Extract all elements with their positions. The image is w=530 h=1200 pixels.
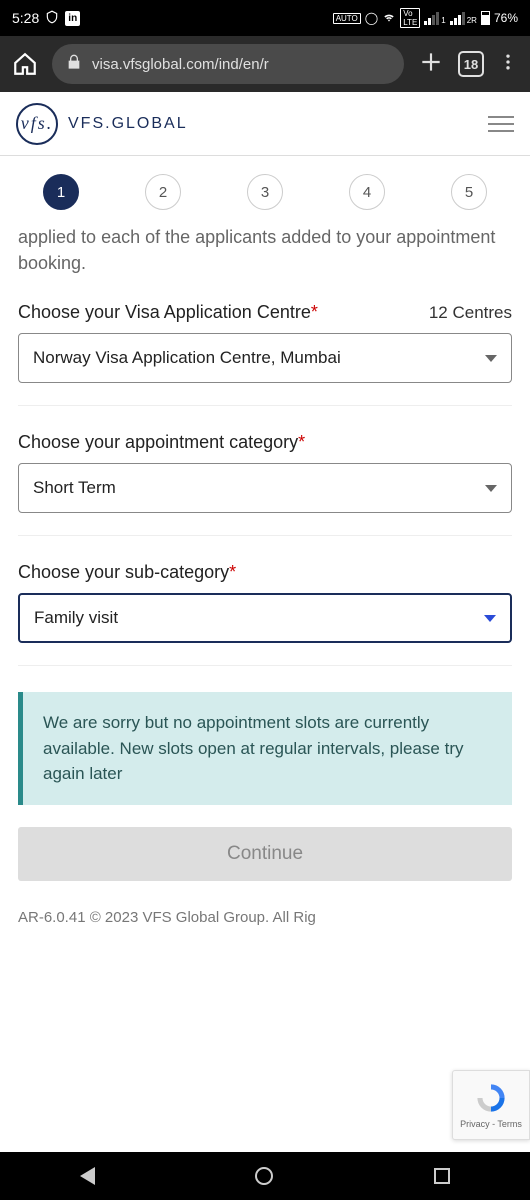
signal-1-icon: 1 xyxy=(424,12,445,25)
subcategory-label: Choose your sub-category* xyxy=(18,562,236,583)
site-header: vfs. VFS.GLOBAL xyxy=(0,92,530,156)
hamburger-menu-icon[interactable] xyxy=(488,116,514,132)
divider xyxy=(18,535,512,536)
wifi-icon xyxy=(382,10,396,27)
stepper: 1 2 3 4 5 xyxy=(0,156,530,224)
linkedin-icon: in xyxy=(65,11,80,26)
footer-text: AR-6.0.41 © 2023 VFS Global Group. All R… xyxy=(18,907,512,928)
recaptcha-icon xyxy=(474,1081,508,1115)
vfs-logo-icon: vfs. xyxy=(16,103,58,145)
circle-icon: ◯ xyxy=(365,11,378,25)
home-nav-icon[interactable] xyxy=(255,1167,273,1185)
browser-menu-icon[interactable] xyxy=(498,50,518,79)
divider xyxy=(18,405,512,406)
browser-toolbar: visa.vfsglobal.com/ind/en/r 18 xyxy=(0,36,530,92)
centre-field: Choose your Visa Application Centre* 12 … xyxy=(18,302,512,383)
auto-icon: AUTO xyxy=(333,13,361,24)
android-nav-bar xyxy=(0,1152,530,1200)
subcategory-select[interactable]: Family visit xyxy=(18,593,512,643)
url-text: visa.vfsglobal.com/ind/en/r xyxy=(92,56,269,73)
lock-icon xyxy=(66,54,82,74)
step-2[interactable]: 2 xyxy=(145,174,181,210)
shield-icon xyxy=(45,10,59,27)
divider xyxy=(18,665,512,666)
centre-value: Norway Visa Application Centre, Mumbai xyxy=(33,348,341,368)
brand-text: VFS.GLOBAL xyxy=(68,115,188,133)
centre-select[interactable]: Norway Visa Application Centre, Mumbai xyxy=(18,333,512,383)
subcategory-field: Choose your sub-category* Family visit xyxy=(18,562,512,643)
chevron-down-icon xyxy=(485,355,497,362)
recaptcha-text: Privacy - Terms xyxy=(460,1119,522,1129)
continue-button[interactable]: Continue xyxy=(18,827,512,881)
subcategory-value: Family visit xyxy=(34,608,118,628)
category-label: Choose your appointment category* xyxy=(18,432,305,453)
brand-logo[interactable]: vfs. VFS.GLOBAL xyxy=(16,103,188,145)
back-nav-icon[interactable] xyxy=(80,1167,95,1185)
home-icon[interactable] xyxy=(12,51,38,77)
step-4[interactable]: 4 xyxy=(349,174,385,210)
signal-2-icon: 2R xyxy=(450,12,477,25)
step-5[interactable]: 5 xyxy=(451,174,487,210)
category-value: Short Term xyxy=(33,478,116,498)
battery-percent: 76% xyxy=(494,11,518,25)
recent-nav-icon[interactable] xyxy=(434,1168,450,1184)
tabs-button[interactable]: 18 xyxy=(458,51,484,77)
no-slots-banner: We are sorry but no appointment slots ar… xyxy=(18,692,512,805)
intro-text: applied to each of the applicants added … xyxy=(18,224,512,276)
volte-icon: VoLTE xyxy=(400,8,420,28)
url-bar[interactable]: visa.vfsglobal.com/ind/en/r xyxy=(52,44,404,84)
new-tab-icon[interactable] xyxy=(418,49,444,80)
step-1[interactable]: 1 xyxy=(43,174,79,210)
battery-icon xyxy=(481,11,490,25)
chevron-down-icon xyxy=(485,485,497,492)
centre-label: Choose your Visa Application Centre* xyxy=(18,302,318,323)
step-3[interactable]: 3 xyxy=(247,174,283,210)
chevron-down-icon xyxy=(484,615,496,622)
centre-count: 12 Centres xyxy=(429,303,512,323)
category-select[interactable]: Short Term xyxy=(18,463,512,513)
status-time: 5:28 xyxy=(12,10,39,26)
category-field: Choose your appointment category* Short … xyxy=(18,432,512,513)
recaptcha-badge[interactable]: Privacy - Terms xyxy=(452,1070,530,1140)
android-status-bar: 5:28 in AUTO ◯ VoLTE 1 2R 76% xyxy=(0,0,530,36)
